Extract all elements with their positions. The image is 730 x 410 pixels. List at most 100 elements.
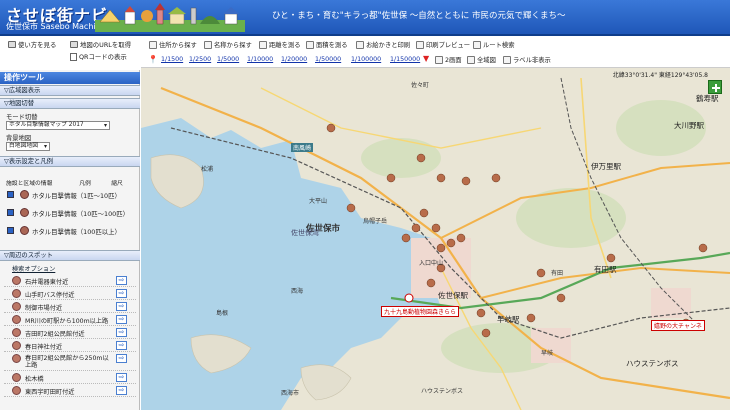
spot-marker-icon (12, 302, 21, 311)
two-screen-button[interactable]: 2画面 (435, 55, 462, 64)
map-label-station: 鶴寿駅 (696, 94, 719, 103)
btn-label: お絵かきと印刷 (366, 42, 411, 49)
bg-map-label: 背景地図 (6, 135, 32, 142)
goto-arrow-icon[interactable]: ⇨ (116, 386, 127, 395)
coordinate-readout: 北緯33°0'31.4" 東経129°43'05.8 (612, 72, 708, 79)
spot-item[interactable]: MR川の町駅から100m以上路 ⇨ (4, 313, 136, 326)
scale-link-100000[interactable]: 1/100000 (351, 56, 381, 63)
hide-labels-button[interactable]: ラベル非表示 (503, 55, 551, 64)
goto-arrow-icon[interactable]: ⇨ (116, 276, 127, 285)
btn-label: 距離を測る (269, 42, 301, 49)
wide-map-section[interactable]: ▽広域図表示 (0, 85, 140, 96)
legend-row-2[interactable]: ホタル目撃情報（10匹〜100匹） (4, 204, 136, 222)
print-preview-button[interactable]: 印刷プレビュー (416, 40, 470, 49)
spot-label: 山手町バス停付近 (25, 292, 75, 299)
spot-item[interactable]: 春日町2組公民館から250m以上路 ⇨ (4, 352, 136, 371)
url-get-link[interactable]: 地図のURLを取得 (70, 40, 131, 49)
spot-label: 石井電器東付近 (25, 279, 69, 286)
legend-row-3[interactable]: ホタル目撃情報（100匹以上） (4, 222, 136, 240)
scale-link-2500[interactable]: 1/2500 (189, 56, 211, 63)
area-icon (306, 40, 314, 49)
left-panel: 使い方を見る 地図のURLを取得 QRコードの表示 操作ツール ▽広域図表示 ▽… (0, 36, 140, 410)
tools-title: 操作ツール (0, 72, 140, 84)
route-search-button[interactable]: ルート検索 (473, 40, 514, 49)
spot-item[interactable]: 春日神社付近 ⇨ (4, 339, 136, 352)
ruler-icon (259, 40, 267, 49)
map-label-place: 西海 (291, 288, 304, 295)
printer-icon (416, 40, 424, 49)
spot-item[interactable]: 吉田町2組公民館付近 ⇨ (4, 326, 136, 339)
scale-marker-icon: ▼ (423, 54, 430, 63)
qr-show-link[interactable]: QRコードの表示 (70, 52, 127, 61)
search-address-button[interactable]: 住所から探す (149, 40, 197, 49)
btn-label: 住所から探す (159, 42, 197, 49)
search-name-button[interactable]: 名称から探す (204, 40, 252, 49)
zoom-in-icon[interactable] (708, 80, 722, 94)
scale-link-150000[interactable]: 1/150000 (390, 56, 420, 63)
search-option-link[interactable]: 検索オプション (12, 264, 55, 273)
help-icon (8, 41, 16, 48)
spot-label: 松木橋 (25, 376, 44, 383)
spot-marker-icon (12, 354, 21, 363)
btn-label: 名称から探す (214, 42, 252, 49)
legend-checkbox[interactable] (7, 191, 14, 198)
goto-arrow-icon[interactable]: ⇨ (116, 302, 127, 311)
legend-checkbox[interactable] (7, 209, 14, 216)
map-canvas[interactable]: 北緯33°0'31.4" 東経129°43'05.8 佐世保市 佐世保駅 伊万里… (141, 68, 730, 410)
btn-label: ラベル非表示 (513, 57, 551, 64)
spot-marker-icon (12, 341, 21, 350)
scale-link-10000[interactable]: 1/10000 (247, 56, 273, 63)
goto-arrow-icon[interactable]: ⇨ (116, 289, 127, 298)
spot-label: 吉田町2組公民館付近 (25, 331, 85, 338)
full-map-button[interactable]: 全域図 (467, 55, 496, 64)
map-label-place: 入口中山 (419, 260, 444, 267)
label-icon (503, 55, 511, 64)
route-icon (473, 40, 481, 49)
spot-marker-icon (12, 373, 21, 382)
measure-area-button[interactable]: 面積を測る (306, 40, 347, 49)
draw-print-button[interactable]: お絵かきと印刷 (356, 40, 410, 49)
scale-link-50000[interactable]: 1/50000 (315, 56, 341, 63)
qr-show-link-label: QRコードの表示 (79, 53, 127, 61)
goto-arrow-icon[interactable]: ⇨ (116, 373, 127, 382)
spot-label: 制御市場付近 (25, 305, 63, 312)
legend-label: ホタル目撃情報（10匹〜100匹） (32, 210, 130, 218)
spot-item[interactable]: 東西宇町田町付近 ⇨ (4, 384, 136, 397)
legend-checkbox[interactable] (7, 227, 14, 234)
btn-label: 面積を測る (316, 42, 348, 49)
btn-label: 2画面 (445, 57, 462, 64)
map-label-place: 有田 (551, 270, 564, 277)
spot-item[interactable]: 松木橋 ⇨ (4, 371, 136, 384)
spot-item[interactable]: 制御市場付近 ⇨ (4, 300, 136, 313)
spot-label: MR川の町駅から100m以上路 (25, 318, 109, 325)
howto-link[interactable]: 使い方を見る (8, 40, 56, 49)
spot-section[interactable]: ▽周辺のスポット (0, 250, 140, 261)
legend-row-1[interactable]: ホタル目撃情報（1匹〜10匹） (4, 186, 136, 204)
mode-select[interactable]: ホタル目撃情報マップ 2017 (6, 121, 110, 130)
bg-map-select[interactable]: 白地図地図 (6, 142, 50, 151)
qr-icon (70, 52, 77, 61)
btn-label: 印刷プレビュー (426, 42, 471, 49)
spot-marker-icon (12, 276, 21, 285)
search-icon (204, 40, 212, 49)
goto-arrow-icon[interactable]: ⇨ (116, 328, 127, 337)
firefly-marker-icon (20, 208, 29, 217)
scale-link-1500[interactable]: 1/1500 (161, 56, 183, 63)
map-toolbar: 住所から探す 名称から探す 距離を測る 面積を測る お絵かきと印刷 印刷プレビュ… (141, 36, 730, 68)
legend-section[interactable]: ▽表示設定と凡例 (0, 156, 140, 167)
spot-item[interactable]: 石井電器東付近 ⇨ (4, 274, 136, 287)
slogan-text: ひと・まち・育む"キラっ都"佐世保 〜自然とともに 市民の元気で輝くまち〜 (272, 11, 566, 21)
goto-arrow-icon[interactable]: ⇨ (116, 341, 127, 350)
scale-link-5000[interactable]: 1/5000 (217, 56, 239, 63)
spot-item[interactable]: 山手町バス停付近 ⇨ (4, 287, 136, 300)
map-label-station: 伊万里駅 (591, 162, 621, 171)
map-switch-section[interactable]: ▽地図切替 (0, 98, 140, 109)
goto-arrow-icon[interactable]: ⇨ (116, 354, 127, 363)
spot-marker-icon (12, 386, 21, 395)
spot-label: 春日神社付近 (25, 344, 63, 351)
goto-arrow-icon[interactable]: ⇨ (116, 315, 127, 324)
measure-distance-button[interactable]: 距離を測る (259, 40, 300, 49)
firefly-marker-icon (20, 190, 29, 199)
scale-link-20000[interactable]: 1/20000 (281, 56, 307, 63)
search-icon (149, 40, 157, 49)
